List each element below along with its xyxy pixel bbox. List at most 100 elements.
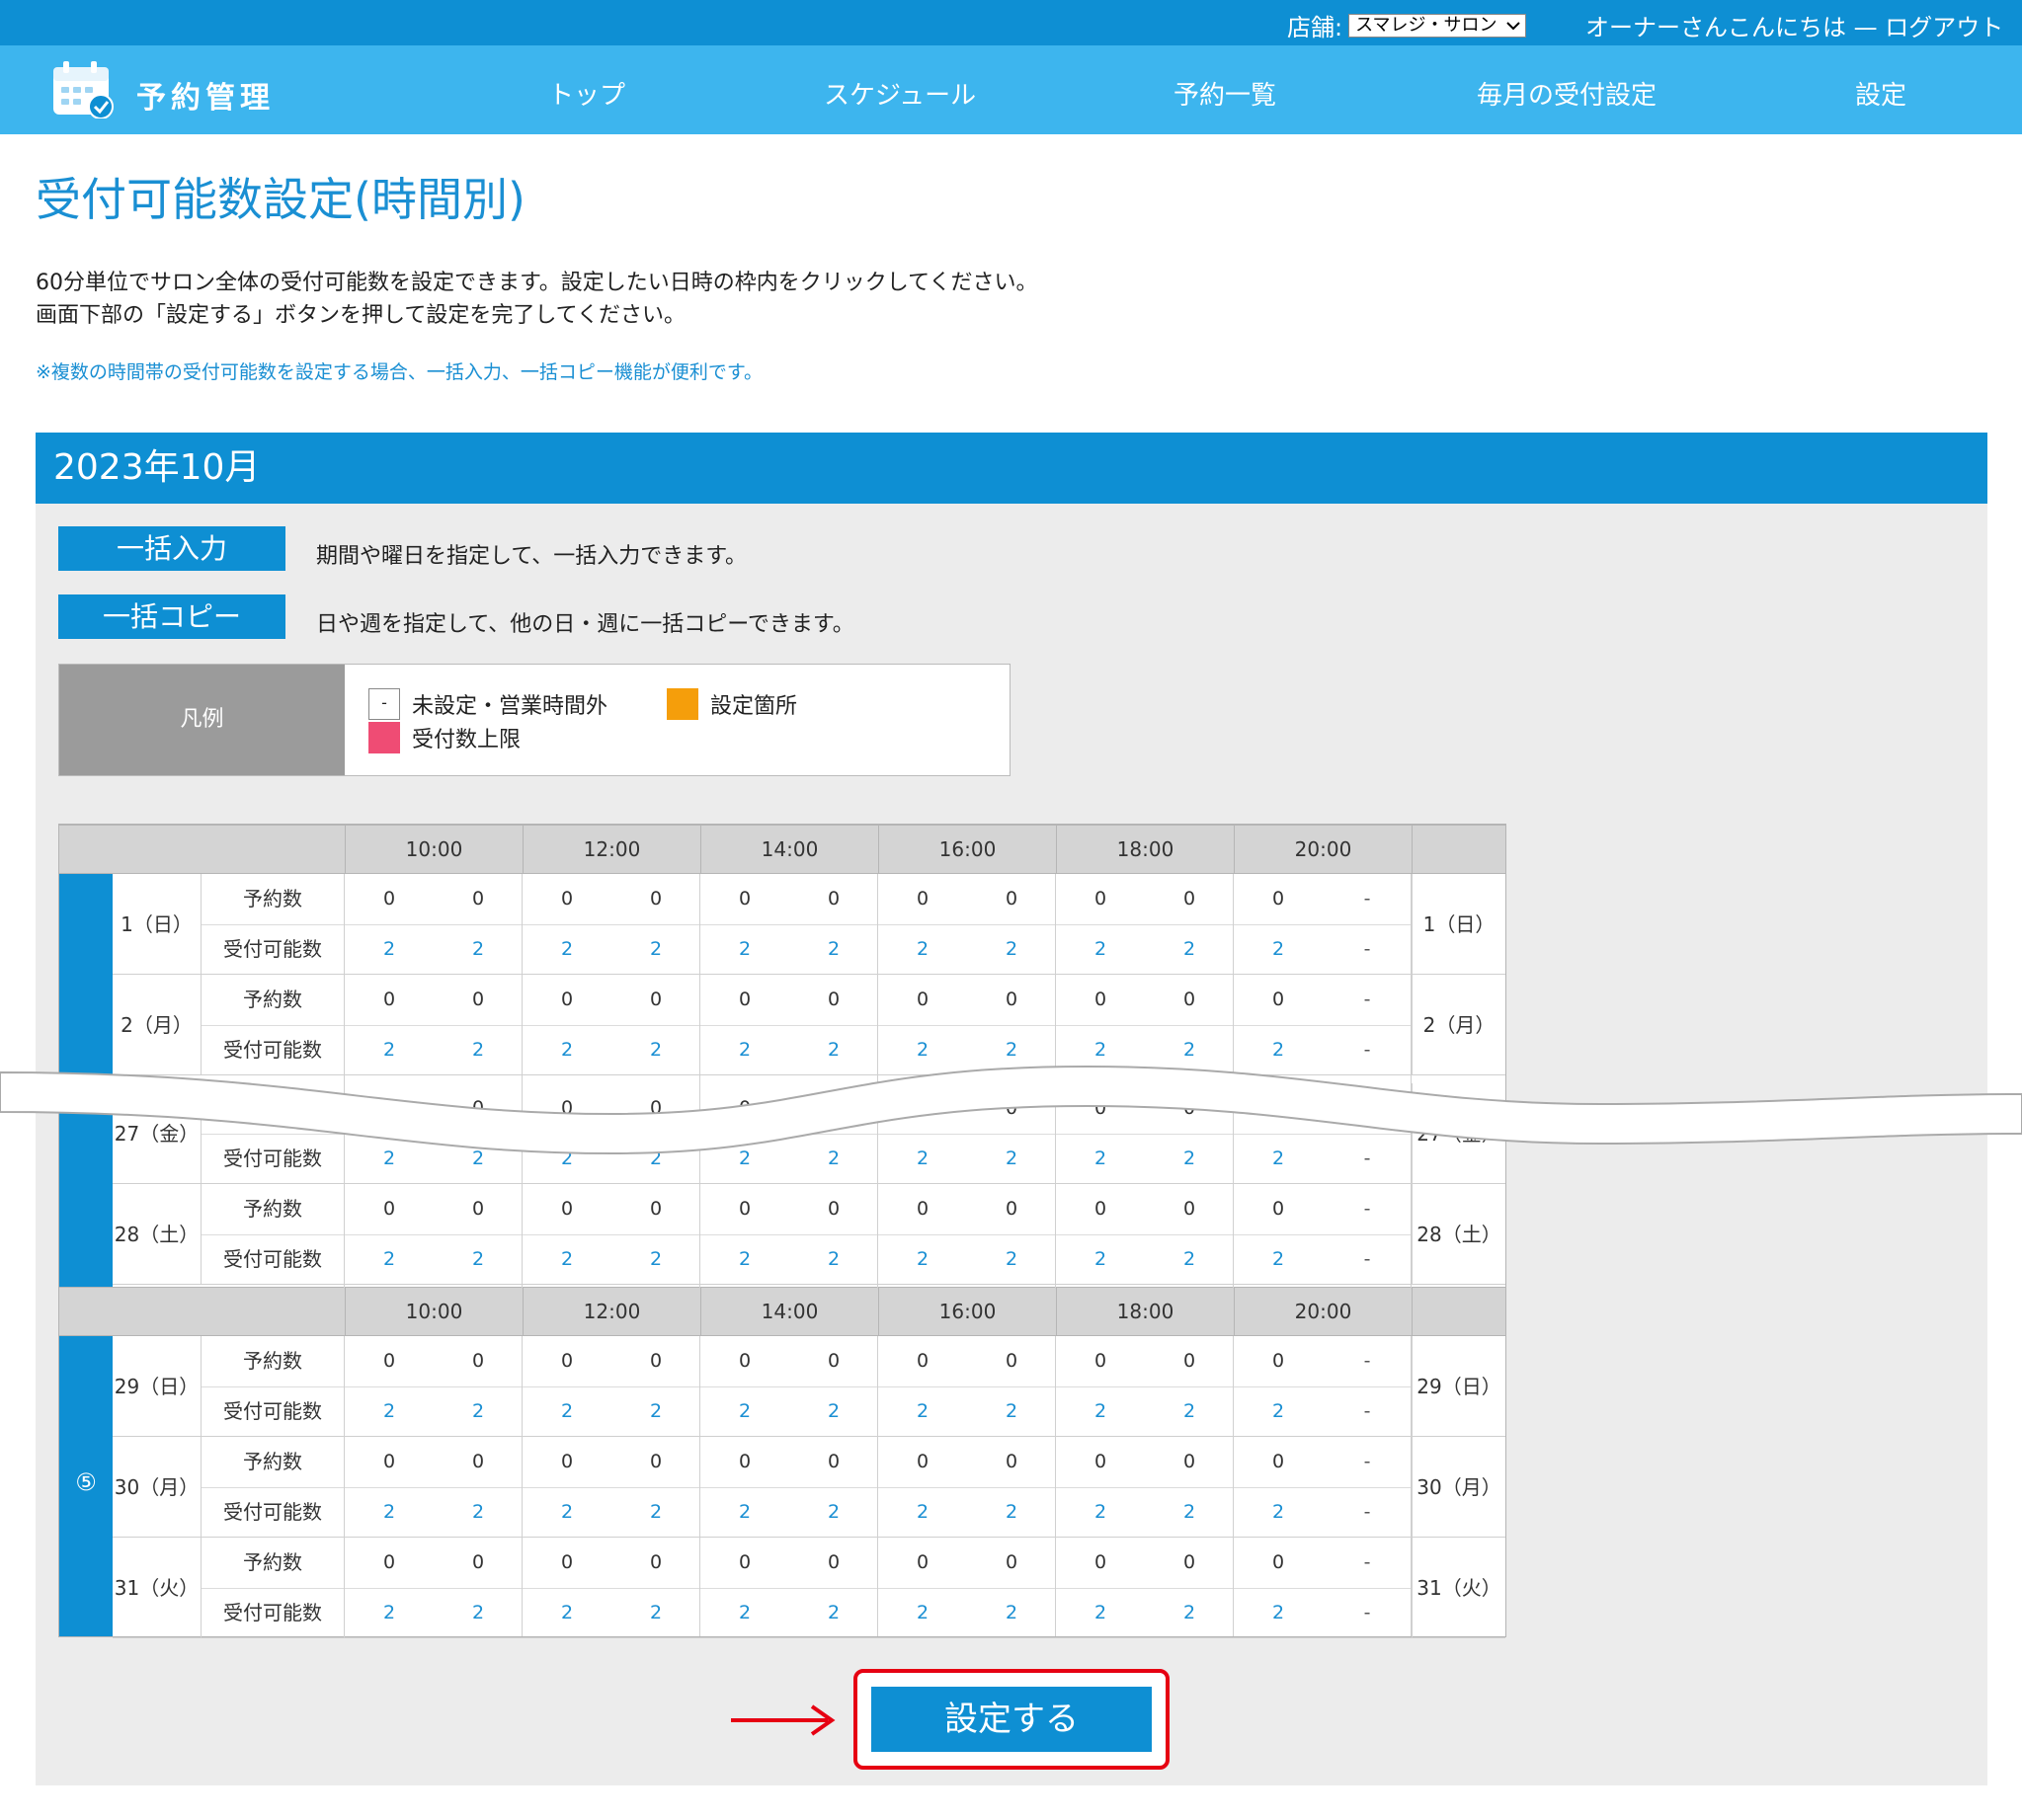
nav-top[interactable]: トップ <box>548 75 625 112</box>
capacity-cell[interactable]: 2 <box>967 1134 1056 1184</box>
reserved-row-label: 予約数 <box>202 1083 345 1134</box>
capacity-cell[interactable]: 2 <box>1234 1487 1323 1538</box>
capacity-cell[interactable]: 2 <box>789 1588 878 1638</box>
capacity-cell[interactable]: 2 <box>700 1487 789 1538</box>
capacity-cell[interactable]: 2 <box>1056 1025 1145 1075</box>
capacity-cell[interactable]: 2 <box>434 1134 523 1184</box>
capacity-cell[interactable]: 2 <box>700 1134 789 1184</box>
capacity-cell[interactable]: 2 <box>1145 1487 1234 1538</box>
capacity-cell[interactable]: 2 <box>1145 1386 1234 1437</box>
capacity-cell[interactable]: 2 <box>1056 1487 1145 1538</box>
capacity-cell[interactable]: 2 <box>611 1588 700 1638</box>
capacity-cell[interactable]: 2 <box>523 1134 611 1184</box>
nav-schedule[interactable]: スケジュール <box>824 75 976 112</box>
capacity-cell[interactable]: - <box>1323 1588 1412 1638</box>
capacity-cell[interactable]: 2 <box>434 1386 523 1437</box>
capacity-cell[interactable]: 2 <box>611 924 700 975</box>
capacity-cell[interactable]: 2 <box>611 1386 700 1437</box>
bulk-copy-button[interactable]: 一括コピー <box>58 594 285 639</box>
capacity-cell[interactable]: 2 <box>878 1134 967 1184</box>
capacity-cell[interactable]: 2 <box>1234 1025 1323 1075</box>
capacity-cell[interactable]: 2 <box>878 1386 967 1437</box>
reserved-cell: - <box>1363 1097 1371 1119</box>
capacity-cell[interactable]: 2 <box>1145 924 1234 975</box>
capacity-cell[interactable]: 2 <box>1056 1134 1145 1184</box>
capacity-cell[interactable]: 2 <box>1234 1386 1323 1437</box>
capacity-cell[interactable]: 2 <box>523 1386 611 1437</box>
capacity-cell[interactable]: 2 <box>967 1386 1056 1437</box>
capacity-cell[interactable]: - <box>1323 1134 1412 1184</box>
capacity-cell[interactable]: 2 <box>523 1234 611 1285</box>
capacity-cell[interactable]: 2 <box>1234 1588 1323 1638</box>
capacity-cell[interactable]: 2 <box>789 1487 878 1538</box>
capacity-cell[interactable]: 2 <box>523 1588 611 1638</box>
capacity-cell[interactable]: 2 <box>1234 1234 1323 1285</box>
logout-link[interactable]: ログアウト <box>1885 14 2003 41</box>
capacity-cell[interactable]: 2 <box>789 1234 878 1285</box>
capacity-cell[interactable]: 2 <box>700 1025 789 1075</box>
capacity-cell[interactable]: 2 <box>1056 1234 1145 1285</box>
capacity-cell[interactable]: 2 <box>700 1386 789 1437</box>
capacity-cell[interactable]: 2 <box>789 1386 878 1437</box>
reserved-cell: 0 <box>1005 1097 1018 1119</box>
capacity-cell[interactable]: 2 <box>523 1487 611 1538</box>
capacity-cell[interactable]: 2 <box>700 1588 789 1638</box>
capacity-cell[interactable]: 2 <box>967 924 1056 975</box>
capacity-cell[interactable]: 2 <box>611 1134 700 1184</box>
store-dropdown[interactable]: スマレジ・サロン <box>1348 13 1526 38</box>
capacity-cell[interactable]: - <box>1323 1487 1412 1538</box>
capacity-cell[interactable]: 2 <box>700 924 789 975</box>
capacity-cell[interactable]: 2 <box>345 1134 434 1184</box>
capacity-cell[interactable]: 2 <box>434 924 523 975</box>
capacity-cell[interactable]: 2 <box>1234 924 1323 975</box>
capacity-cell[interactable]: 2 <box>345 1487 434 1538</box>
capacity-cell[interactable]: 2 <box>967 1487 1056 1538</box>
nav-monthly-settings[interactable]: 毎月の受付設定 <box>1477 75 1657 112</box>
capacity-cell[interactable]: 2 <box>1145 1588 1234 1638</box>
capacity-cell[interactable]: 2 <box>1056 924 1145 975</box>
capacity-cell[interactable]: - <box>1323 924 1412 975</box>
capacity-cell[interactable]: 2 <box>345 1234 434 1285</box>
capacity-cell[interactable]: 2 <box>345 924 434 975</box>
bulk-input-button[interactable]: 一括入力 <box>58 526 285 571</box>
row-divider <box>202 1234 1412 1235</box>
capacity-cell[interactable]: 2 <box>434 1025 523 1075</box>
capacity-cell[interactable]: 2 <box>878 1234 967 1285</box>
capacity-cell[interactable]: - <box>1323 1234 1412 1285</box>
capacity-cell[interactable]: 2 <box>523 924 611 975</box>
capacity-cell[interactable]: 2 <box>967 1588 1056 1638</box>
capacity-cell[interactable]: 2 <box>434 1588 523 1638</box>
capacity-cell[interactable]: 2 <box>878 1487 967 1538</box>
capacity-cell[interactable]: - <box>1323 1025 1412 1075</box>
capacity-cell[interactable]: 2 <box>1056 1588 1145 1638</box>
submit-button[interactable]: 設定する <box>871 1687 1152 1752</box>
capacity-cell[interactable]: 2 <box>611 1025 700 1075</box>
capacity-cell[interactable]: 2 <box>1145 1134 1234 1184</box>
capacity-cell[interactable]: 2 <box>611 1234 700 1285</box>
capacity-cell[interactable]: 2 <box>700 1234 789 1285</box>
nav-reservation-list[interactable]: 予約一覧 <box>1173 75 1276 112</box>
capacity-cell[interactable]: 2 <box>878 1025 967 1075</box>
capacity-cell[interactable]: 2 <box>1145 1025 1234 1075</box>
capacity-cell[interactable]: 2 <box>789 1134 878 1184</box>
capacity-cell[interactable]: 2 <box>878 924 967 975</box>
capacity-cell[interactable]: - <box>1323 1386 1412 1437</box>
capacity-cell[interactable]: 2 <box>523 1025 611 1075</box>
capacity-cell[interactable]: 2 <box>967 1234 1056 1285</box>
capacity-cell[interactable]: 2 <box>789 1025 878 1075</box>
capacity-cell[interactable]: 2 <box>345 1025 434 1075</box>
capacity-cell[interactable]: 2 <box>434 1234 523 1285</box>
hour-divider <box>699 874 700 1289</box>
capacity-cell[interactable]: 2 <box>1056 1386 1145 1437</box>
capacity-cell[interactable]: 2 <box>611 1487 700 1538</box>
nav-settings[interactable]: 設定 <box>1855 75 1906 112</box>
capacity-cell[interactable]: 2 <box>967 1025 1056 1075</box>
capacity-cell[interactable]: 2 <box>434 1487 523 1538</box>
capacity-cell[interactable]: 2 <box>789 924 878 975</box>
capacity-cell[interactable]: 2 <box>878 1588 967 1638</box>
capacity-cell[interactable]: 2 <box>1145 1234 1234 1285</box>
capacity-cell[interactable]: 2 <box>345 1588 434 1638</box>
capacity-cell[interactable]: 2 <box>1234 1134 1323 1184</box>
capacity-cell[interactable]: 2 <box>345 1386 434 1437</box>
hour-divider <box>522 1336 523 1636</box>
